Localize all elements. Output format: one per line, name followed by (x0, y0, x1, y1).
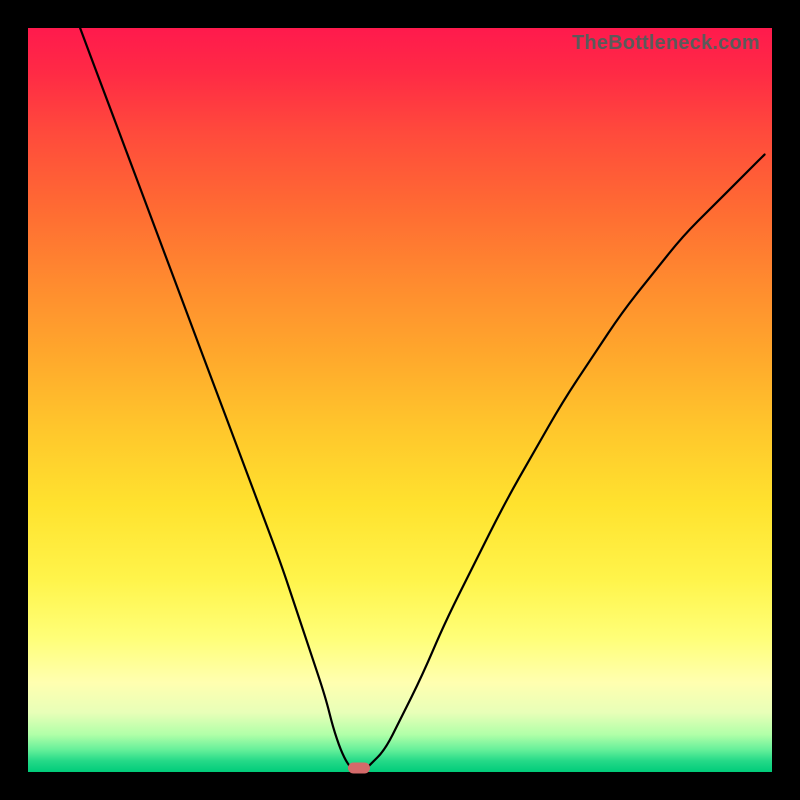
watermark-text: TheBottleneck.com (572, 32, 760, 55)
minimum-marker (348, 763, 370, 774)
bottleneck-curve (28, 28, 772, 772)
chart-frame: TheBottleneck.com (0, 0, 800, 800)
plot-area: TheBottleneck.com (28, 28, 772, 772)
curve-path (80, 28, 765, 772)
